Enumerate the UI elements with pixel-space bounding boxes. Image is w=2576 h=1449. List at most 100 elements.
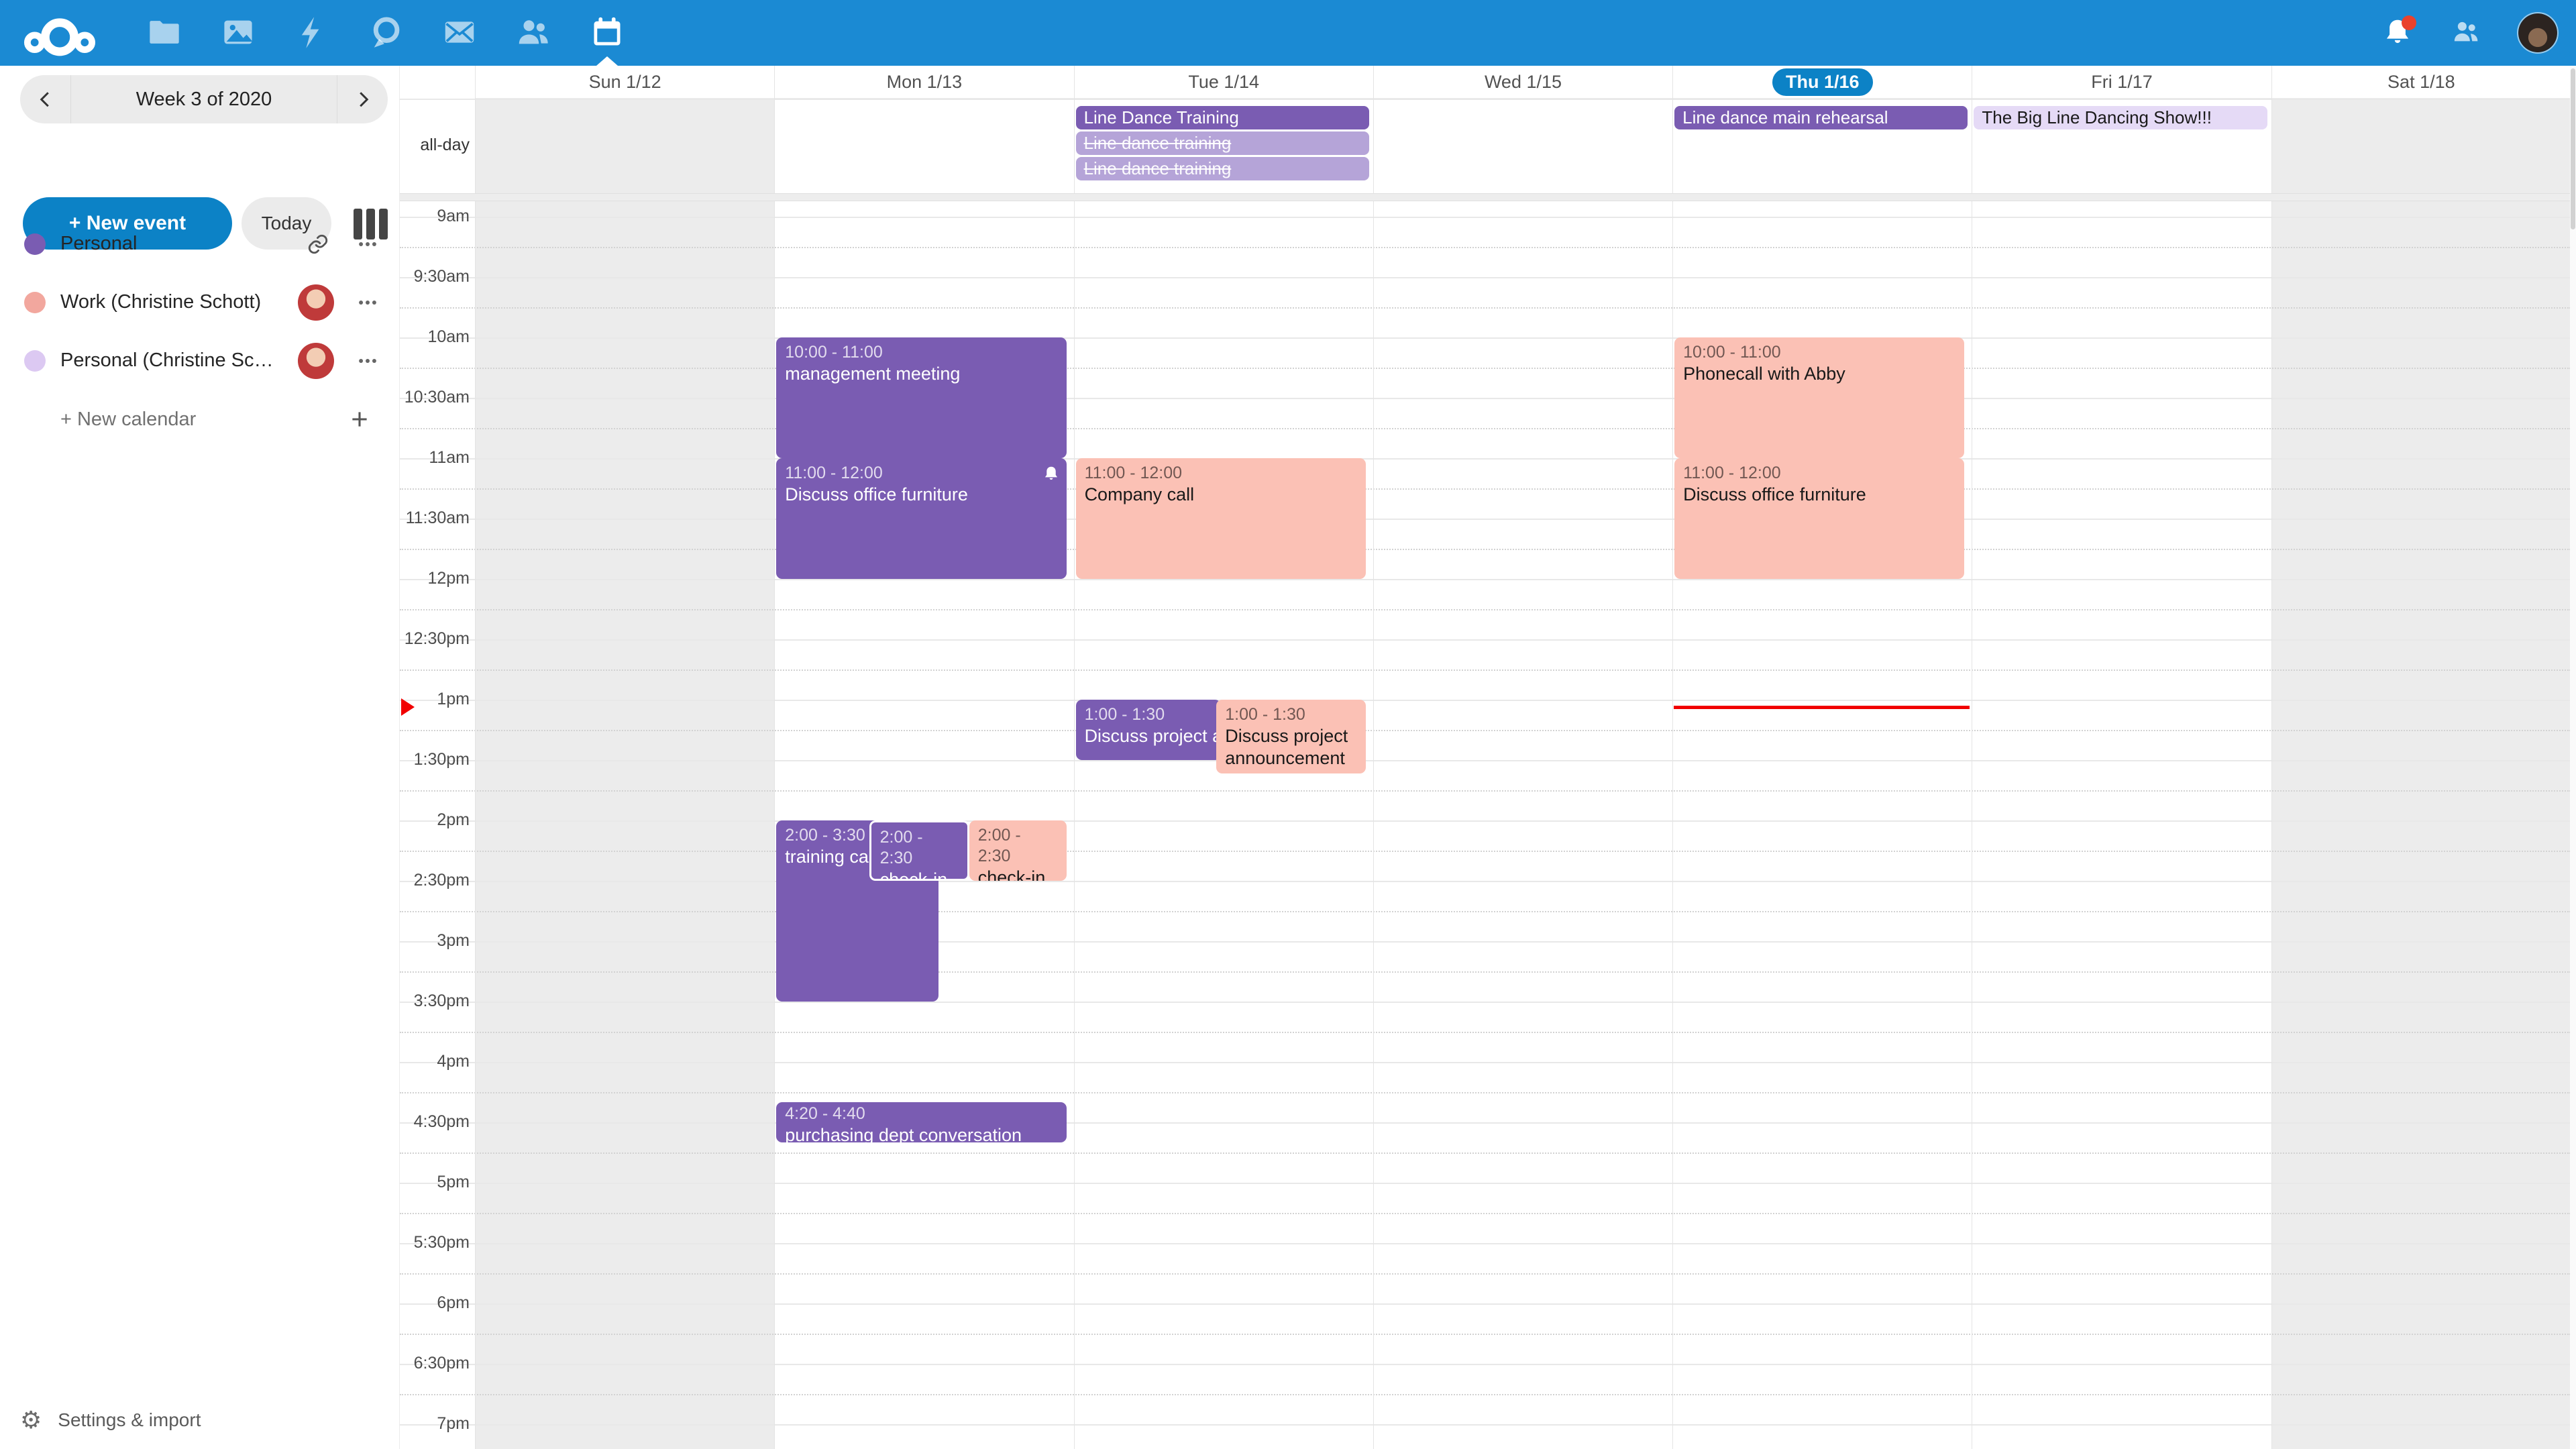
allday-event-card[interactable]: Line dance training (1076, 131, 1369, 155)
event-time: 10:00 - 11:00 (1683, 342, 1955, 363)
calendar-menu-button[interactable] (352, 228, 384, 260)
calendar-color-dot (24, 292, 46, 313)
allday-event-card[interactable]: The Big Line Dancing Show!!! (1974, 106, 2267, 129)
calendar-list: PersonalWork (Christine Schott)Personal … (0, 215, 400, 390)
event-title: check-in (978, 867, 1058, 881)
app-activity-button[interactable] (275, 0, 349, 66)
calendar-list-item[interactable]: Work (Christine Schott) (0, 273, 400, 331)
app-icon-bar (127, 0, 644, 66)
topbar (0, 0, 2576, 66)
app-mail-button[interactable] (423, 0, 496, 66)
hour-grid-line (400, 1002, 2571, 1003)
event-time: 10:00 - 11:00 (785, 342, 1057, 363)
scrollbar[interactable] (2570, 66, 2576, 1449)
time-axis-label: 1:30pm (400, 750, 470, 769)
allday-event-card[interactable]: Line dance main rehearsal (1674, 106, 1968, 129)
day-header[interactable]: Sun 1/12 (476, 66, 774, 99)
header-bottom-line (400, 99, 2571, 100)
new-calendar-row[interactable]: + New calendar (0, 392, 400, 446)
quarter-grid-line (400, 730, 2571, 731)
event-title: Discuss office furniture (785, 484, 1057, 506)
app-photos-button[interactable] (201, 0, 275, 66)
day-header[interactable]: Thu 1/16 (1673, 66, 1972, 99)
quarter-grid-line (400, 1334, 2571, 1335)
chevron-left-icon (36, 89, 56, 111)
hour-grid-line (400, 217, 2571, 218)
day-header[interactable]: Mon 1/13 (775, 66, 1073, 99)
allday-separator (400, 193, 2576, 201)
quarter-grid-line (400, 669, 2571, 671)
plus-icon[interactable] (343, 403, 376, 435)
event-card[interactable]: 4:20 - 4:40purchasing dept conversation (776, 1102, 1066, 1142)
contacts-menu-button[interactable] (2447, 13, 2487, 53)
calendar-menu-button[interactable] (352, 345, 384, 377)
column-grid-line (2271, 66, 2272, 1449)
day-label: Tue 1/14 (1188, 72, 1259, 93)
calendar-menu-button[interactable] (352, 286, 384, 319)
calendar-list-item[interactable]: Personal (Christine Scho... (0, 331, 400, 390)
event-card[interactable]: 11:00 - 12:00Discuss office furniture (1674, 458, 1964, 579)
app-files-button[interactable] (127, 0, 201, 66)
time-axis-label: 4:30pm (400, 1112, 470, 1132)
event-card[interactable]: 11:00 - 12:00Discuss office furniture (776, 458, 1066, 579)
event-title: check-in (880, 869, 959, 881)
hour-grid-line (400, 1303, 2571, 1305)
hour-grid-line (400, 1424, 2571, 1426)
contacts-menu-icon (2452, 17, 2483, 50)
allday-event-card[interactable]: Line dance training (1076, 157, 1369, 180)
hour-grid-line (400, 519, 2571, 520)
calendar-row-actions (298, 331, 384, 390)
sidebar: Week 3 of 2020 + New event Today Persona… (0, 66, 400, 1449)
event-card[interactable]: 1:00 - 1:30Discuss project announcement (1076, 700, 1221, 760)
hour-grid-line (400, 1243, 2571, 1244)
calendar-color-dot (24, 350, 46, 372)
user-avatar[interactable] (2517, 12, 2559, 54)
time-axis-label: 5pm (400, 1173, 470, 1192)
current-time-line (1674, 706, 1970, 709)
reminder-bell-icon (1042, 465, 1060, 482)
scrollbar-thumb[interactable] (2571, 68, 2575, 229)
event-title: purchasing dept conversation (785, 1124, 1057, 1142)
day-header[interactable]: Wed 1/15 (1374, 66, 1672, 99)
settings-import-button[interactable]: ⚙ Settings & import (0, 1399, 400, 1441)
day-label: Sun 1/12 (589, 72, 661, 93)
day-header[interactable]: Tue 1/14 (1075, 66, 1373, 99)
calendar-list-item[interactable]: Personal (0, 215, 400, 273)
previous-week-button[interactable] (20, 75, 71, 123)
event-card[interactable]: 2:00 - 2:30check-in (869, 820, 969, 881)
time-axis-label: 9:30am (400, 267, 470, 286)
hour-grid-line (400, 1062, 2571, 1063)
time-axis-label: 2:30pm (400, 871, 470, 890)
event-card[interactable]: 1:00 - 1:30Discuss project announcement (1216, 700, 1366, 773)
hour-grid-line (400, 1122, 2571, 1124)
week-label[interactable]: Week 3 of 2020 (71, 75, 337, 123)
allday-event-card[interactable]: Line Dance Training (1076, 106, 1369, 129)
time-axis-label: 10am (400, 327, 470, 347)
event-card[interactable]: 10:00 - 11:00Phonecall with Abby (1674, 337, 1964, 458)
day-header[interactable]: Sat 1/18 (2272, 66, 2571, 99)
event-card[interactable]: 10:00 - 11:00management meeting (776, 337, 1066, 458)
day-header[interactable]: Fri 1/17 (1972, 66, 2271, 99)
hour-grid-line (400, 881, 2571, 882)
next-week-button[interactable] (337, 75, 388, 123)
notification-dot (2402, 15, 2416, 30)
notifications-button[interactable] (2377, 13, 2418, 53)
day-label: Mon 1/13 (887, 72, 963, 93)
quarter-grid-line (400, 368, 2571, 369)
time-axis-label: 3:30pm (400, 991, 470, 1011)
quarter-grid-line (400, 1032, 2571, 1033)
share-link-icon[interactable] (302, 228, 334, 260)
hour-grid-line (400, 941, 2571, 943)
app-calendar-button[interactable] (570, 0, 644, 66)
time-axis-label: 3pm (400, 931, 470, 951)
column-grid-line (1373, 66, 1374, 1449)
gear-icon: ⚙ (20, 1407, 42, 1434)
shared-by-avatar (298, 284, 334, 321)
event-card[interactable]: 2:00 - 2:30check-in (969, 820, 1067, 881)
event-title: Phonecall with Abby (1683, 363, 1955, 385)
app-talk-button[interactable] (349, 0, 423, 66)
event-card[interactable]: 11:00 - 12:00Company call (1076, 458, 1366, 579)
nextcloud-logo-icon[interactable] (23, 15, 97, 51)
quarter-grid-line (400, 609, 2571, 610)
app-contacts-button[interactable] (496, 0, 570, 66)
